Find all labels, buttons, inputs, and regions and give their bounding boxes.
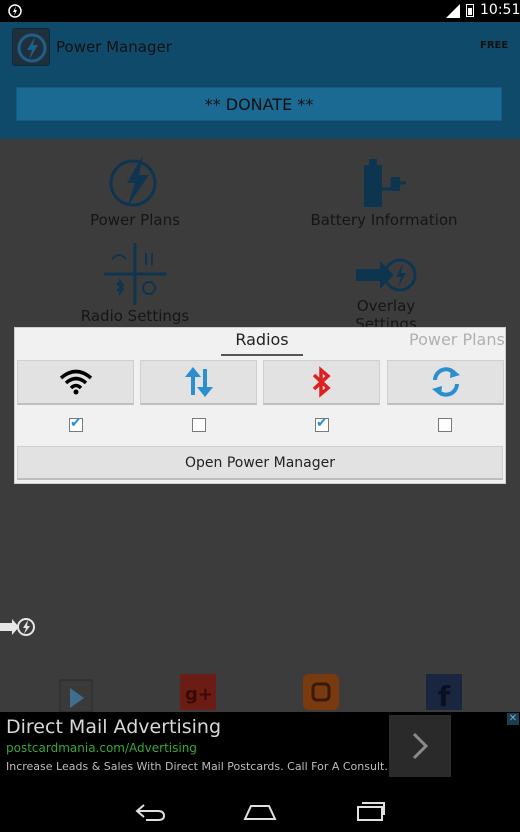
open-power-manager-button[interactable]: Open Power Manager bbox=[17, 446, 503, 480]
chevron-right-icon bbox=[412, 732, 429, 760]
play-store-icon[interactable] bbox=[58, 672, 94, 712]
donate-button[interactable]: ** DONATE ** bbox=[16, 87, 502, 121]
tile-power-plans[interactable]: Power Plans bbox=[80, 153, 190, 229]
wifi-icon bbox=[59, 369, 92, 395]
free-badge: FREE bbox=[480, 40, 509, 51]
power-manager-notification-icon bbox=[8, 4, 22, 18]
battery-plug-icon bbox=[364, 159, 406, 207]
back-icon[interactable] bbox=[134, 802, 166, 822]
bluetooth-toggle-button[interactable] bbox=[263, 360, 380, 405]
data-arrows-icon bbox=[184, 367, 213, 397]
tile-label: Battery Information bbox=[310, 211, 458, 229]
mobile-data-toggle-button[interactable] bbox=[140, 360, 257, 405]
bluetooth-checkbox[interactable]: ✔ bbox=[315, 415, 329, 432]
tile-radio-settings[interactable]: Radio Settings bbox=[78, 243, 192, 325]
recent-apps-icon[interactable] bbox=[356, 800, 386, 822]
lightning-bolt-icon bbox=[109, 155, 157, 207]
radios-dialog: Radios Power Plans ✔ ✔ Open Power Manage… bbox=[14, 327, 506, 484]
sync-icon bbox=[431, 367, 460, 397]
app-logo-icon bbox=[12, 28, 50, 66]
battery-icon bbox=[466, 4, 474, 17]
home-icon[interactable] bbox=[243, 804, 277, 820]
tab-power-plans[interactable]: Power Plans bbox=[409, 330, 505, 349]
ad-title[interactable]: Direct Mail Advertising bbox=[6, 716, 221, 738]
tile-battery-information[interactable]: Battery Information bbox=[310, 157, 458, 229]
sync-toggle-button[interactable] bbox=[387, 360, 504, 405]
ad-description: Increase Leads & Sales With Direct Mail … bbox=[6, 760, 388, 773]
bluetooth-icon bbox=[312, 366, 331, 398]
navigation-bar bbox=[0, 782, 520, 832]
svg-text:g+: g+ bbox=[185, 684, 213, 705]
app-bar: Power Manager FREE ** DONATE ** bbox=[0, 22, 520, 139]
overlay-handle-icon[interactable] bbox=[0, 616, 36, 638]
ad-close-icon[interactable]: ✕ bbox=[507, 713, 519, 725]
overlay-arrow-icon bbox=[356, 258, 417, 292]
tile-label: Radio Settings bbox=[80, 307, 190, 325]
svg-text:f: f bbox=[438, 680, 451, 710]
ad-banner[interactable]: Direct Mail Advertising postcardmania.co… bbox=[0, 712, 520, 782]
tile-label: Power Plans bbox=[90, 211, 180, 229]
sync-checkbox[interactable] bbox=[438, 418, 452, 432]
facebook-icon[interactable]: f bbox=[426, 674, 462, 710]
signal-icon bbox=[446, 4, 460, 18]
status-bar: 10:51 bbox=[0, 0, 520, 22]
tab-underline bbox=[221, 354, 303, 356]
ad-arrow-button[interactable] bbox=[389, 715, 451, 777]
google-plus-icon[interactable]: g+ bbox=[180, 674, 216, 710]
app-title: Power Manager bbox=[56, 38, 172, 56]
status-clock: 10:51 bbox=[480, 2, 520, 18]
blogger-icon[interactable] bbox=[303, 674, 339, 710]
wifi-checkbox[interactable]: ✔ bbox=[69, 415, 83, 432]
tile-overlay-settings[interactable]: Overlay Settings bbox=[324, 255, 448, 333]
wifi-toggle-button[interactable] bbox=[17, 360, 134, 405]
ad-url[interactable]: postcardmania.com/Advertising bbox=[6, 741, 197, 755]
tab-radios[interactable]: Radios bbox=[221, 330, 303, 349]
mobile-data-checkbox[interactable] bbox=[192, 418, 206, 432]
radio-grid-icon bbox=[104, 243, 166, 305]
